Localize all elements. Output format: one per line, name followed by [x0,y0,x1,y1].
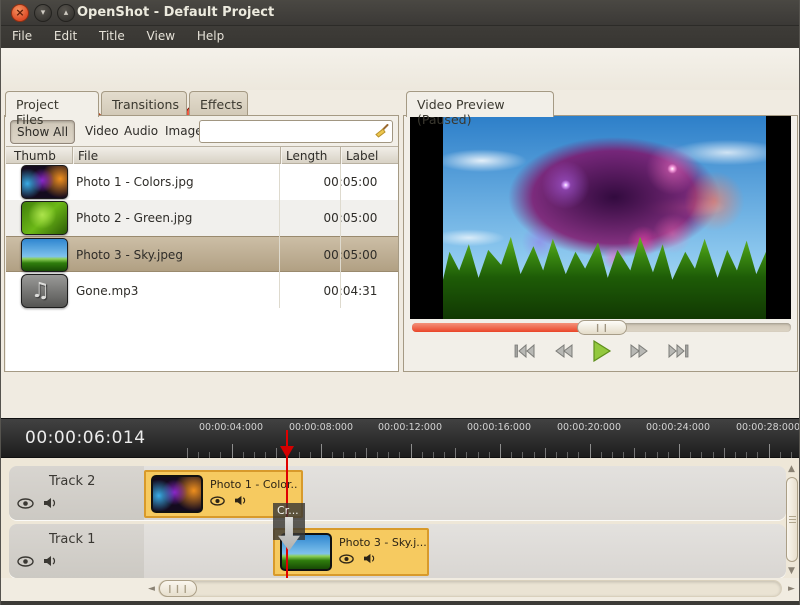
track-visibility-icon[interactable] [17,498,38,512]
clip-visibility-icon[interactable] [210,495,229,509]
track-audio-icon[interactable] [43,498,57,512]
minimize-button[interactable]: ▾ [34,4,52,22]
clip-title: Photo 3 - Sky.j... [339,536,427,549]
file-length: 00:05:00 [324,211,378,225]
file-name: Photo 3 - Sky.jpeg [76,248,183,262]
track-name: Track 2 [49,474,95,489]
menubar: File Edit Title View Help [1,26,800,48]
rewind-icon[interactable] [554,343,574,362]
search-input[interactable] [202,122,372,141]
seek-handle[interactable]: ❙❙ [577,320,627,335]
scroll-down-arrow[interactable]: ▼ [788,566,795,576]
thumbnail-green [21,201,68,235]
clip-audio-icon[interactable] [234,495,247,509]
file-name: Photo 1 - Colors.jpg [76,175,194,189]
main-toolbar: + [1,48,800,90]
thumbnail-sky [21,238,68,272]
menu-help[interactable]: Help [188,26,233,48]
playhead-marker[interactable] [280,446,294,458]
track-2-header[interactable]: Track 2 [9,466,144,520]
hscrollbar-thumb[interactable]: ❙❙❙ [159,580,197,597]
scroll-right-arrow[interactable]: ► [788,584,795,594]
menu-title[interactable]: Title [90,26,134,48]
tab-transitions[interactable]: Transitions [101,91,187,116]
col-length[interactable]: Length [286,149,327,163]
thumbnail-colors [21,165,68,199]
tab-effects[interactable]: Effects [189,91,248,116]
tab-project-files[interactable]: Project Files [5,91,99,117]
scroll-up-arrow[interactable]: ▲ [788,464,795,474]
window-title: OpenShot - Default Project [77,5,274,20]
skip-to-end-icon[interactable] [667,343,689,362]
menu-edit[interactable]: Edit [45,26,86,48]
file-name: Photo 2 - Green.jpg [76,211,192,225]
files-table: Photo 1 - Colors.jpg 00:05:00 Photo 2 - … [6,164,398,371]
clip-audio-icon[interactable] [363,553,376,567]
vscrollbar-thumb[interactable] [786,477,798,562]
track-visibility-icon[interactable] [17,556,38,570]
close-button[interactable]: × [11,4,29,22]
video-preview-panel: ❙❙ [403,115,798,372]
clip-title: Photo 1 - Color... [210,478,298,491]
file-name: Gone.mp3 [76,284,138,298]
transport-controls [404,340,799,365]
col-file[interactable]: File [78,149,98,163]
video-frame [443,116,766,319]
timeline-ruler[interactable]: 00:00:06:014 00:00:04:000 00:00:08:000 0… [1,418,800,458]
fast-forward-icon[interactable] [629,343,649,362]
titlebar[interactable]: × ▾ ▴ OpenShot - Default Project [1,0,800,26]
col-label[interactable]: Label [346,149,378,163]
skip-to-start-icon[interactable] [514,343,536,362]
video-display[interactable] [410,116,791,319]
maximize-button[interactable]: ▴ [57,4,75,22]
seek-bar[interactable]: ❙❙ [412,323,791,332]
track-2-lane[interactable]: Track 2 [9,466,786,520]
project-files-panel: Show All Video Audio Image Thumb File Le… [4,115,399,372]
tab-video-preview[interactable]: Video Preview (Paused) [406,91,554,117]
openshot-window: × ▾ ▴ OpenShot - Default Project File Ed… [0,0,800,605]
files-table-header: Thumb File Length Label [6,146,398,164]
track-1-header[interactable]: Track 1 [9,524,144,578]
timeline-hscrollbar: ◄ ❙❙❙ ► [1,578,800,601]
file-length: 00:05:00 [324,175,378,189]
video-filter-button[interactable]: Video [85,124,119,138]
image-filter-button[interactable]: Image [165,124,203,138]
col-thumb[interactable]: Thumb [14,149,56,163]
play-icon[interactable] [592,340,612,365]
scroll-left-arrow[interactable]: ◄ [148,584,155,594]
clip-visibility-icon[interactable] [339,553,358,567]
file-length: 00:04:31 [324,284,378,298]
menu-view[interactable]: View [138,26,184,48]
drag-ghost-label: Cr... [277,504,299,517]
clear-search-icon[interactable] [374,124,389,142]
thumbnail-music: ♫ [21,274,68,308]
audio-filter-button[interactable]: Audio [124,124,158,138]
clip-thumbnail [151,475,203,513]
menu-file[interactable]: File [3,26,41,48]
ruler-ticks [1,419,800,459]
hscrollbar-track[interactable]: ❙❙❙ [158,580,782,597]
track-name: Track 1 [49,532,95,547]
window-bottom-border [1,601,800,605]
timeline-toolbar: ✂ ❙❙ 4 seconds [1,374,800,418]
file-search-box [199,120,393,143]
file-length: 00:05:00 [324,248,378,262]
timeline-vscrollbar: ▲ ▼ [786,460,799,578]
track-audio-icon[interactable] [43,556,57,570]
seek-fill [412,323,590,332]
